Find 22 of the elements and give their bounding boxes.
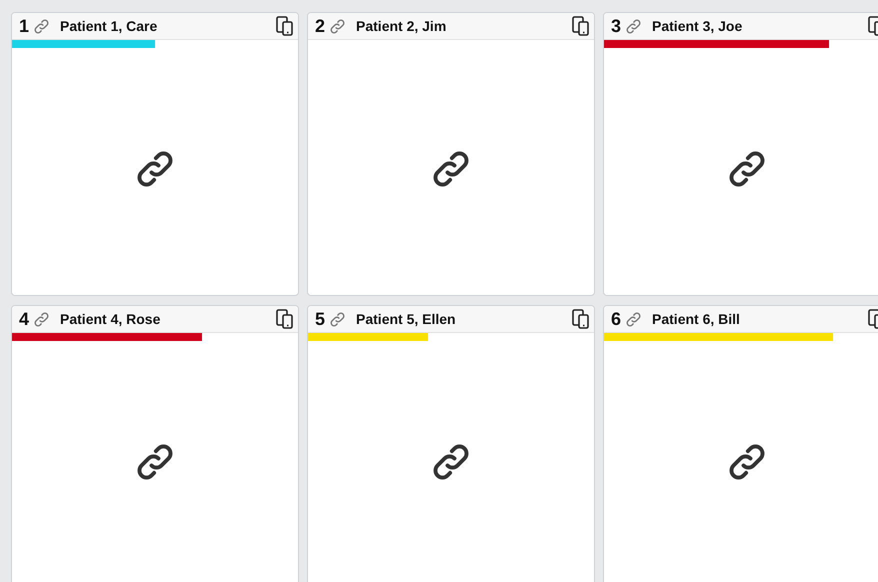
patient-number: 1	[19, 14, 30, 38]
patient-number: 3	[611, 14, 622, 38]
devices-icon[interactable]	[572, 16, 590, 36]
patient-name: Patient 4, Rose	[60, 310, 162, 328]
patient-name: Patient 5, Ellen	[356, 310, 457, 328]
patient-number: 5	[315, 308, 326, 330]
link-icon	[329, 310, 346, 328]
link-icon	[33, 18, 50, 34]
link-icon	[329, 18, 346, 34]
link-icon	[33, 310, 50, 328]
patient-number: 4	[19, 308, 30, 330]
devices-icon[interactable]	[276, 16, 294, 36]
link-icon	[625, 310, 642, 328]
patient-number: 2	[315, 14, 326, 38]
patient-number: 6	[611, 308, 622, 330]
link-icon	[625, 18, 642, 34]
patient-name: Patient 6, Bill	[652, 310, 741, 328]
patient-name: Patient 1, Care	[60, 16, 158, 36]
devices-icon[interactable]	[276, 309, 294, 329]
patient-name: Patient 2, Jim	[356, 16, 448, 36]
devices-icon[interactable]	[572, 309, 590, 329]
patient-name: Patient 3, Joe	[652, 16, 744, 36]
